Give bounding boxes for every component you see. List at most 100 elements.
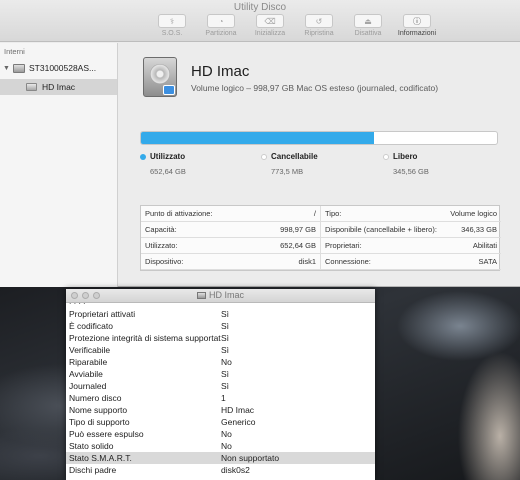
- list-item[interactable]: Dischi padre disk0s2: [66, 464, 375, 476]
- list-item-value: No: [221, 357, 232, 367]
- info-cell: Utilizzato: 652,64 GB: [141, 238, 321, 254]
- list-item-value: Sì: [221, 309, 230, 319]
- info-value: 998,97 GB: [280, 225, 316, 234]
- toolbar-button-ripristina[interactable]: ↺ Ripristina: [295, 14, 343, 37]
- info-key: Proprietari:: [325, 241, 362, 250]
- disclosure-triangle-icon[interactable]: ▼: [3, 65, 13, 72]
- partially-hidden-row: . . . .: [66, 303, 375, 308]
- list-item[interactable]: Riparabile No: [66, 356, 375, 368]
- toolbar-button-label: S.O.S.: [161, 30, 183, 37]
- list-item-value: disk0s2: [221, 465, 250, 475]
- list-item[interactable]: Numero disco 1: [66, 392, 375, 404]
- sidebar-item-disk[interactable]: ▼ ST31000528AS...: [0, 60, 117, 76]
- info-window-title-label: HD Imac: [208, 290, 244, 300]
- list-item[interactable]: Protezione integrità di sistema supporta…: [66, 332, 375, 344]
- list-item-key: Protezione integrità di sistema supporta…: [69, 333, 221, 343]
- toolbar: ⚕ S.O.S. ◔ Partiziona ⌫ Inizializza ↺ Ripristin…: [148, 14, 441, 37]
- purgeable-dot-icon: [261, 153, 267, 160]
- main-panel: HD Imac Volume logico – 998,97 GB Mac OS…: [119, 43, 520, 287]
- info-cell: Capacità: 998,97 GB: [141, 222, 321, 238]
- list-item-key: Nome supporto: [69, 405, 128, 415]
- list-item[interactable]: Stato solido No: [66, 440, 375, 452]
- info-window-titlebar: HD Imac: [66, 289, 375, 303]
- toolbar-button-partiziona[interactable]: ◔ Partiziona: [197, 14, 245, 37]
- internal-drive-icon: [143, 57, 177, 97]
- title-bar: Utility Disco ⚕ S.O.S. ◔ Partiziona ⌫ Inizial…: [0, 0, 520, 42]
- toolbar-button-label: Informazioni: [397, 30, 437, 37]
- list-item-value: Sì: [221, 369, 230, 379]
- legend-used-value: 652,64 GB: [150, 167, 186, 176]
- info-list[interactable]: . . . . Proprietari attivatiSìÈ codifica…: [66, 303, 375, 480]
- info-cell: Tipo: Volume logico: [321, 206, 501, 222]
- list-item[interactable]: Stato S.M.A.R.T. Non supportato: [66, 452, 375, 464]
- hard-disk-icon: [13, 63, 25, 73]
- info-key: Disponibile (cancellabile + libero):: [325, 225, 437, 234]
- list-item-value: Non supportato: [221, 453, 280, 463]
- list-item[interactable]: Proprietari attivati Sì: [66, 308, 375, 320]
- sidebar-item-volume[interactable]: HD Imac: [0, 79, 117, 95]
- info-window: HD Imac . . . . Proprietari attivatiSìÈ …: [66, 289, 375, 480]
- toolbar-button-disattiva[interactable]: ⏏ Disattiva: [344, 14, 392, 37]
- list-item[interactable]: Tipo di supporto Generico: [66, 416, 375, 428]
- list-item-key: È codificato: [69, 321, 113, 331]
- info-cell: Punto di attivazione: /: [141, 206, 321, 222]
- list-item[interactable]: Verificabile Sì: [66, 344, 375, 356]
- list-item-key: Riparabile: [69, 357, 108, 367]
- info-key: Utilizzato:: [145, 241, 178, 250]
- list-item-value: No: [221, 429, 232, 439]
- sidebar: Interni ▼ ST31000528AS... HD Imac: [0, 43, 118, 287]
- legend-purgeable: Cancellabile 773,5 MB: [261, 152, 318, 176]
- info-value: Abilitati: [472, 241, 497, 250]
- list-item-key: Può essere espulso: [69, 429, 144, 439]
- stethoscope-icon: ⚕: [158, 14, 186, 28]
- info-key: Tipo:: [325, 209, 342, 218]
- info-value: 652,64 GB: [280, 241, 316, 250]
- legend-free-label: Libero: [393, 152, 418, 161]
- toolbar-button-sos[interactable]: ⚕ S.O.S.: [148, 14, 196, 37]
- sidebar-item-label: ST31000528AS...: [29, 63, 97, 73]
- toolbar-button-label: Inizializza: [254, 30, 286, 37]
- info-value: 346,33 GB: [461, 225, 497, 234]
- list-item-key: Journaled: [69, 381, 107, 391]
- list-item[interactable]: Journaled Sì: [66, 380, 375, 392]
- info-value: disk1: [298, 257, 316, 266]
- list-item[interactable]: Può essere espulso No: [66, 428, 375, 440]
- disk-utility-window: Utility Disco ⚕ S.O.S. ◔ Partiziona ⌫ Inizial…: [0, 0, 520, 287]
- info-grid: Punto di attivazione: / Tipo: Volume logico…: [140, 205, 501, 271]
- info-key: Punto di attivazione:: [145, 209, 213, 218]
- sidebar-item-label: HD Imac: [42, 82, 76, 92]
- list-item-key: Dischi padre: [69, 465, 117, 475]
- list-item[interactable]: Nome supporto HD Imac: [66, 404, 375, 416]
- list-item[interactable]: È codificato Sì: [66, 320, 375, 332]
- list-item-value: HD Imac: [221, 405, 255, 415]
- volume-description: Volume logico – 998,97 GB Mac OS esteso …: [191, 83, 439, 93]
- free-dot-icon: [383, 153, 389, 160]
- legend-free: Libero 345,56 GB: [383, 152, 429, 176]
- volume-icon: [26, 83, 37, 91]
- info-value: SATA: [478, 257, 497, 266]
- toolbar-button-informazioni[interactable]: ⓘ Informazioni: [393, 14, 441, 37]
- info-cell: Connessione: SATA: [321, 254, 501, 270]
- info-cell: Disponibile (cancellabile + libero): 346,…: [321, 222, 501, 238]
- legend-purgeable-value: 773,5 MB: [271, 167, 304, 176]
- list-item-value: 1: [221, 393, 226, 403]
- list-item-value: Sì: [221, 345, 230, 355]
- info-cell: Proprietari: Abilitati: [321, 238, 501, 254]
- toolbar-button-inizializza[interactable]: ⌫ Inizializza: [246, 14, 294, 37]
- info-icon: ⓘ: [403, 14, 431, 28]
- restore-icon: ↺: [305, 14, 333, 28]
- usage-bar: [140, 131, 498, 145]
- erase-icon: ⌫: [256, 14, 284, 28]
- list-item-key: Proprietari attivati: [69, 309, 136, 319]
- list-item-value: No: [221, 441, 232, 451]
- legend-free-value: 345,56 GB: [393, 167, 429, 176]
- list-item[interactable]: Avviabile Sì: [66, 368, 375, 380]
- disk-icon: [196, 292, 206, 299]
- info-value: Volume logico: [450, 209, 497, 218]
- info-cell: Dispositivo: disk1: [141, 254, 321, 270]
- info-key: Connessione:: [325, 257, 371, 266]
- partition-icon: ◔: [207, 14, 235, 28]
- toolbar-button-label: Disattiva: [354, 30, 382, 37]
- unmount-icon: ⏏: [354, 14, 382, 28]
- info-key: Capacità:: [145, 225, 177, 234]
